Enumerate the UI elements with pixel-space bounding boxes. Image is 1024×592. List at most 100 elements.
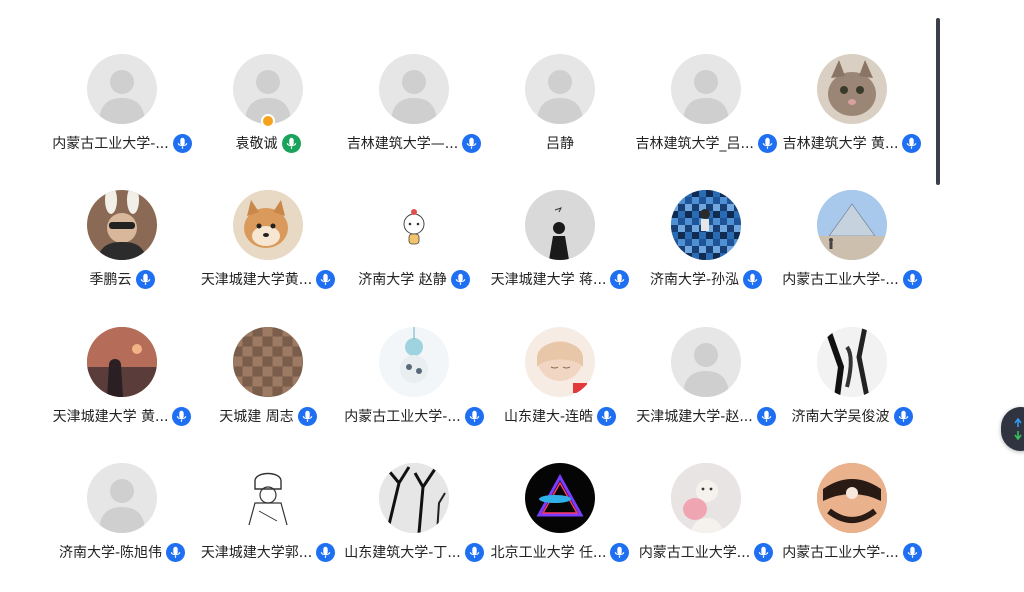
cartoon-doodle-avatar [379, 190, 449, 260]
arrow-up-icon[interactable] [1014, 417, 1022, 427]
participant-tile[interactable]: 济南大学 赵静 [341, 190, 487, 310]
participant-name-row: 内蒙古工业大学-... [779, 541, 925, 563]
mic-on-icon[interactable] [464, 542, 484, 562]
participant-name: 吉林建筑大学_吕... [635, 136, 754, 152]
bw-trees-avatar [379, 463, 449, 533]
participant-name-row: 内蒙古工业大学-... [49, 132, 195, 154]
mic-on-icon[interactable] [135, 269, 155, 289]
participant-name-row: 天津城建大学 黄... [49, 405, 195, 427]
mic-on-icon[interactable] [902, 133, 922, 153]
mic-on-icon[interactable] [757, 133, 777, 153]
participant-tile[interactable]: 内蒙古工业大学-... [49, 54, 195, 174]
participant-name: 吉林建筑大学—... [346, 136, 459, 152]
mic-on-icon[interactable] [756, 406, 776, 426]
mic-on-icon[interactable] [316, 269, 336, 289]
participant-tile[interactable]: 天津城建大学 黄... [49, 327, 195, 447]
mic-on-icon[interactable] [902, 542, 922, 562]
mic-on-icon[interactable] [297, 406, 317, 426]
floating-page-nav[interactable] [1001, 407, 1024, 451]
participant-name: 内蒙古工业大学-... [344, 409, 461, 425]
cat-photo-avatar [817, 54, 887, 124]
line-sketch-avatar [233, 463, 303, 533]
participant-tile[interactable]: 天城建 周志 [195, 327, 341, 447]
scrollbar[interactable] [936, 18, 940, 185]
participant-name-row: 山东建大-连皓 [487, 405, 633, 427]
participant-tile[interactable]: 袁敬诚 [195, 54, 341, 174]
participant-name: 内蒙古工业大学-... [52, 136, 169, 152]
default-avatar [525, 54, 595, 124]
default-avatar [87, 463, 157, 533]
mic-on-icon[interactable] [172, 406, 192, 426]
participant-name: 内蒙古工业大学-... [782, 272, 899, 288]
blue-mosaic-avatar [671, 190, 741, 260]
participant-tile[interactable]: 吉林建筑大学 黄... [779, 54, 925, 174]
neon-triangle-avatar [525, 463, 595, 533]
participant-name: 内蒙古工业大学-... [782, 545, 899, 561]
participant-name-row: 天津城建大学 蒋... [487, 268, 633, 290]
participant-tile[interactable]: 吕静 [487, 54, 633, 174]
participant-name-row: 济南大学吴俊波 [779, 405, 925, 427]
participant-name: 天津城建大学 蒋... [490, 272, 607, 288]
mic-on-icon[interactable] [316, 542, 336, 562]
mic-on-icon[interactable] [462, 133, 482, 153]
mic-speaking-icon[interactable] [281, 133, 301, 153]
participant-tile[interactable]: 内蒙古工业大学... [633, 463, 779, 583]
participant-name-row: 济南大学-陈旭伟 [49, 541, 195, 563]
participant-tile[interactable]: 天津城建大学郭... [195, 463, 341, 583]
participant-name: 山东建筑大学-丁... [344, 545, 461, 561]
participant-name-row: 山东建筑大学-丁... [341, 541, 487, 563]
default-avatar [671, 54, 741, 124]
participant-name: 吕静 [546, 136, 574, 152]
participant-name: 济南大学-孙泓 [649, 272, 740, 288]
mic-on-icon[interactable] [166, 542, 186, 562]
default-avatar [87, 54, 157, 124]
participant-tile[interactable]: 吉林建筑大学_吕... [633, 54, 779, 174]
participant-name: 吉林建筑大学 黄... [782, 136, 899, 152]
participant-name-row: 天津城建大学郭... [195, 541, 341, 563]
participant-name: 济南大学-陈旭伟 [58, 545, 163, 561]
default-avatar [671, 327, 741, 397]
participant-name: 内蒙古工业大学... [638, 545, 751, 561]
participant-name-row: 内蒙古工业大学-... [779, 268, 925, 290]
participant-tile[interactable]: 内蒙古工业大学-... [341, 327, 487, 447]
participant-tile[interactable]: 内蒙古工业大学-... [779, 190, 925, 310]
mic-on-icon[interactable] [743, 269, 763, 289]
participant-name: 天津城建大学黄... [200, 272, 313, 288]
participant-name: 山东建大-连皓 [503, 409, 594, 425]
participant-name: 北京工业大学 任... [490, 545, 607, 561]
arrow-down-icon[interactable] [1014, 431, 1022, 441]
mic-on-icon[interactable] [610, 269, 630, 289]
participant-tile[interactable]: 济南大学吴俊波 [779, 327, 925, 447]
rooftops-avatar [233, 327, 303, 397]
participant-tile[interactable]: 季鹏云 [49, 190, 195, 310]
participant-name-row: 吉林建筑大学_吕... [633, 132, 779, 154]
participant-name: 袁敬诚 [235, 136, 278, 152]
participant-tile[interactable]: 山东建筑大学-丁... [341, 463, 487, 583]
participant-tile[interactable]: 内蒙古工业大学-... [779, 463, 925, 583]
participant-name: 济南大学吴俊波 [791, 409, 890, 425]
participant-tile[interactable]: 北京工业大学 任... [487, 463, 633, 583]
participant-name-row: 季鹏云 [49, 268, 195, 290]
mic-on-icon[interactable] [610, 542, 630, 562]
mic-on-icon[interactable] [754, 542, 774, 562]
participant-tile[interactable]: 山东建大-连皓 [487, 327, 633, 447]
participant-tile[interactable]: 天津城建大学黄... [195, 190, 341, 310]
participant-name-row: 天津城建大学-赵... [633, 405, 779, 427]
participant-tile[interactable]: 天津城建大学-赵... [633, 327, 779, 447]
mic-on-icon[interactable] [902, 269, 922, 289]
grey-silhouette-avatar [525, 190, 595, 260]
participant-tile[interactable]: 吉林建筑大学—... [341, 54, 487, 174]
participant-tile[interactable]: 济南大学-陈旭伟 [49, 463, 195, 583]
mic-on-icon[interactable] [450, 269, 470, 289]
mic-on-icon[interactable] [597, 406, 617, 426]
participant-tile[interactable]: 天津城建大学 蒋... [487, 190, 633, 310]
participant-tile[interactable]: 济南大学-孙泓 [633, 190, 779, 310]
host-badge-icon [261, 114, 275, 128]
mic-on-icon[interactable] [893, 406, 913, 426]
participant-name: 天津城建大学郭... [200, 545, 313, 561]
mic-on-icon[interactable] [172, 133, 192, 153]
participant-grid: 内蒙古工业大学-... 袁敬诚 吉林建筑大学—... 吕静 吉林建筑大学_吕..… [0, 0, 1024, 592]
mic-on-icon[interactable] [464, 406, 484, 426]
anime-girl-avatar [525, 327, 595, 397]
participant-name-row: 吉林建筑大学 黄... [779, 132, 925, 154]
